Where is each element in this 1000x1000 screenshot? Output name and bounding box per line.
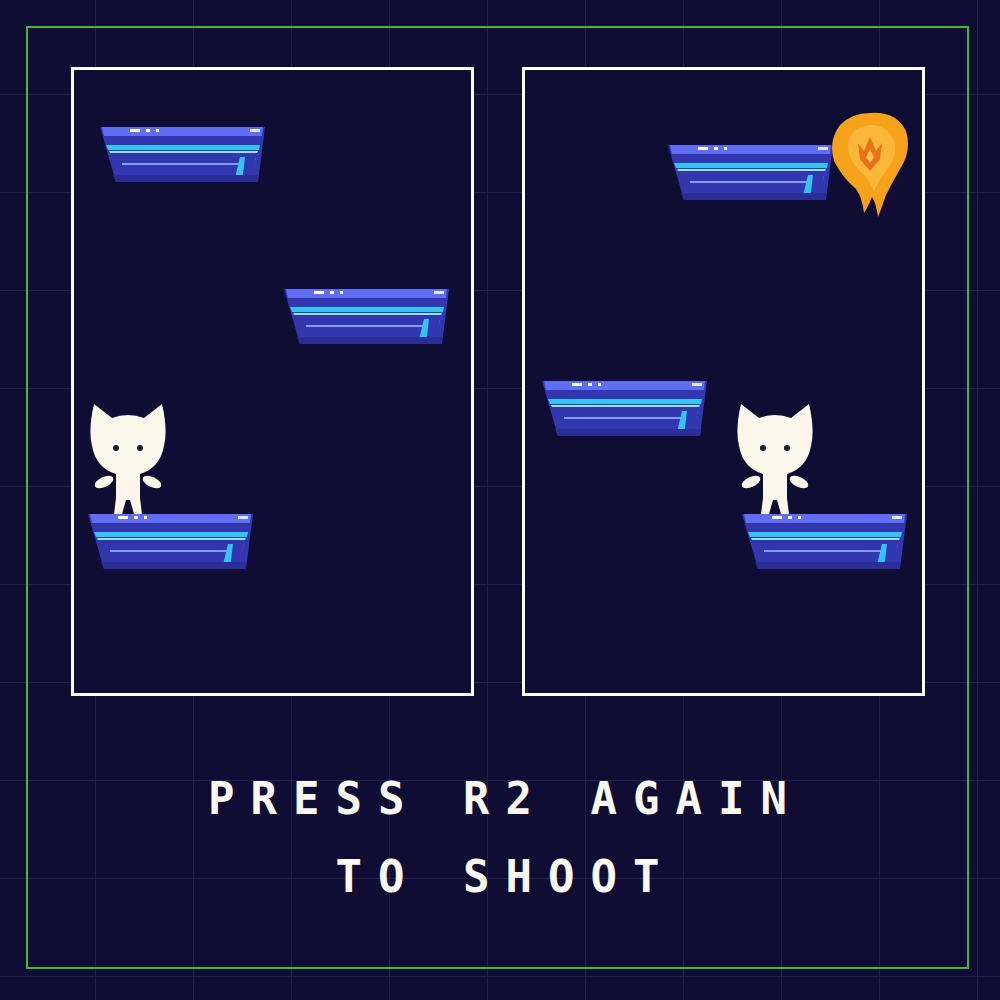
- platform-icon: [542, 381, 707, 436]
- demo-panel: [522, 67, 925, 696]
- instruction-caption: PRESS R2 AGAINTO SHOOT: [28, 760, 967, 916]
- platform-icon: [742, 514, 907, 569]
- tutorial-screen: PRESS R2 AGAINTO SHOOT: [0, 0, 1000, 1000]
- platform-icon: [100, 127, 265, 182]
- instruction-line: PRESS R2 AGAIN: [192, 760, 803, 838]
- cat-icon: [735, 402, 815, 514]
- instruction-line: TO SHOOT: [320, 838, 676, 916]
- cat-icon: [88, 402, 168, 514]
- platform-icon: [668, 145, 833, 200]
- demo-panels: [71, 67, 967, 696]
- fireball-icon: [830, 111, 910, 217]
- platform-icon: [284, 289, 449, 344]
- demo-panel: [71, 67, 474, 696]
- platform-icon: [88, 514, 253, 569]
- tutorial-frame: PRESS R2 AGAINTO SHOOT: [26, 26, 969, 969]
